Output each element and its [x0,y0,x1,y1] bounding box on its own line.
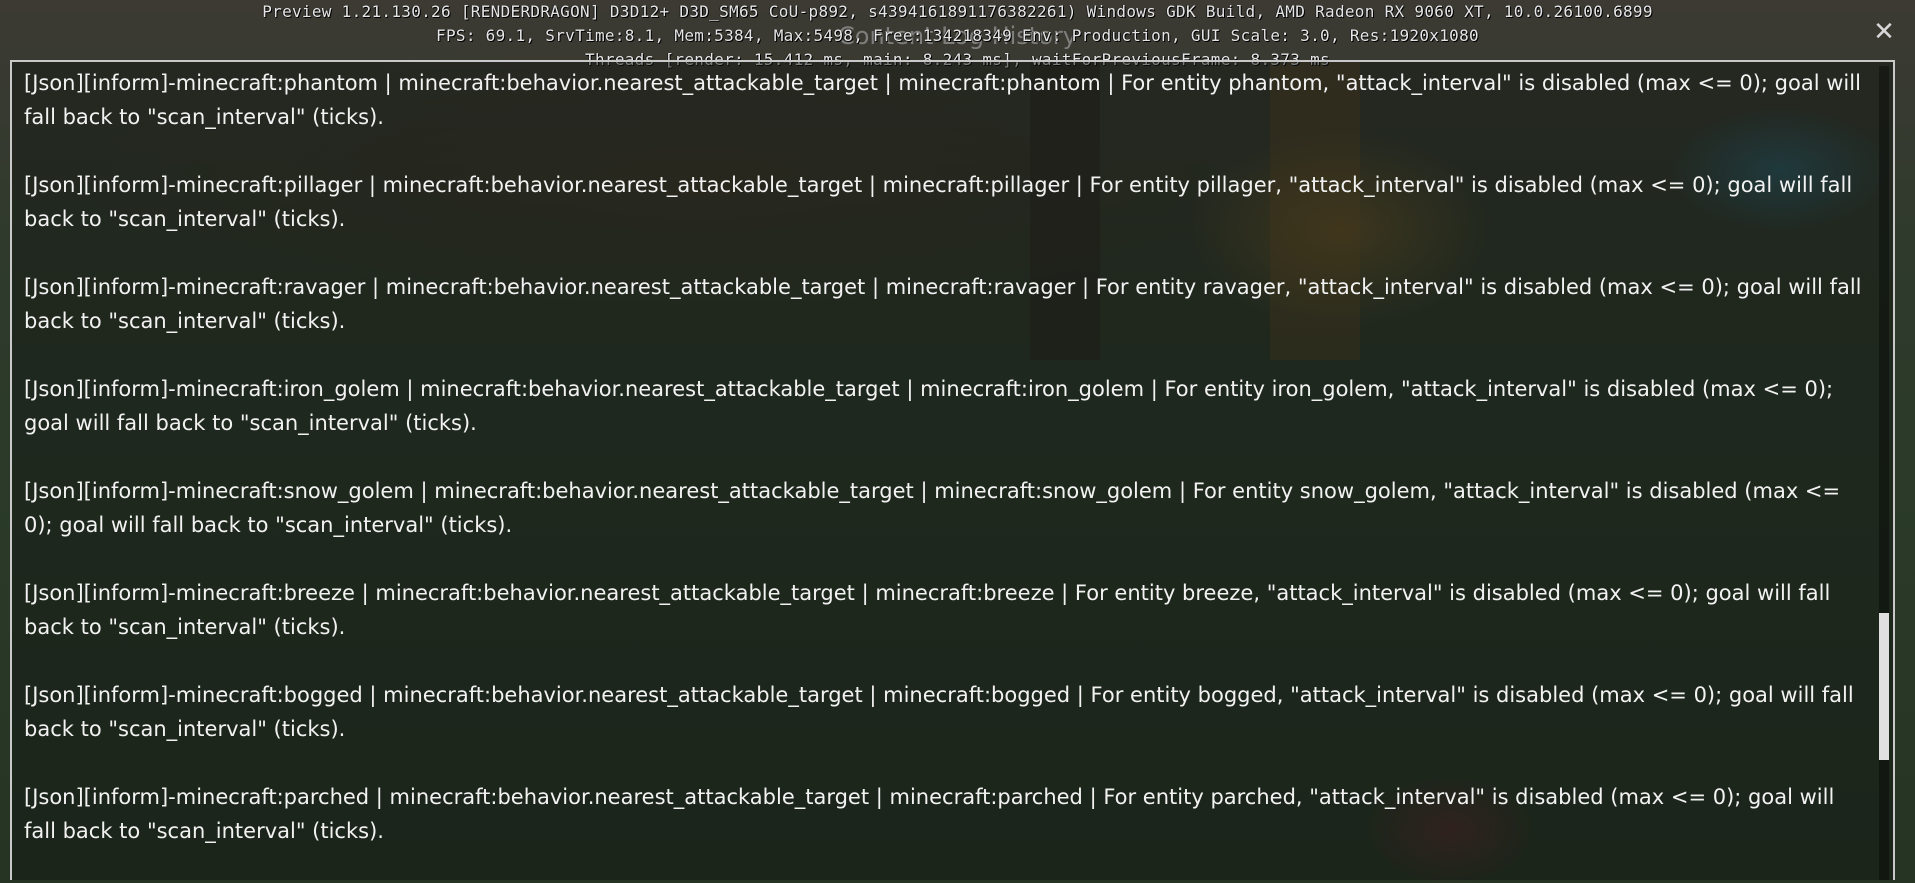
log-list[interactable]: [Json][inform]-minecraft:phantom | minec… [24,66,1865,880]
log-entry: [Json][inform]-minecraft:breeze | minecr… [24,581,1831,639]
scrollbar-thumb[interactable] [1879,613,1889,760]
log-entry: [Json][inform]-minecraft:phantom | minec… [24,71,1861,129]
log-entry: [Json][inform]-minecraft:bogged | minecr… [24,683,1854,741]
dialog-title: Content Log History [838,22,1077,50]
close-button[interactable]: ✕ [1871,17,1897,47]
log-entry: [Json][inform]-minecraft:pillager | mine… [24,173,1853,231]
log-entry: [Json][inform]-minecraft:snow_golem | mi… [24,479,1841,537]
log-entry: [Json][inform]-minecraft:iron_golem | mi… [24,377,1834,435]
close-icon: ✕ [1873,17,1895,47]
log-entry: [Json][inform]-minecraft:parched | minec… [24,785,1835,843]
log-panel: [Json][inform]-minecraft:phantom | minec… [10,60,1895,880]
scrollbar-track[interactable] [1879,66,1889,880]
log-entry: [Json][inform]-minecraft:ravager | minec… [24,275,1862,333]
debug-line-version: Preview 1.21.130.26 [RENDERDRAGON] D3D12… [262,2,1653,21]
